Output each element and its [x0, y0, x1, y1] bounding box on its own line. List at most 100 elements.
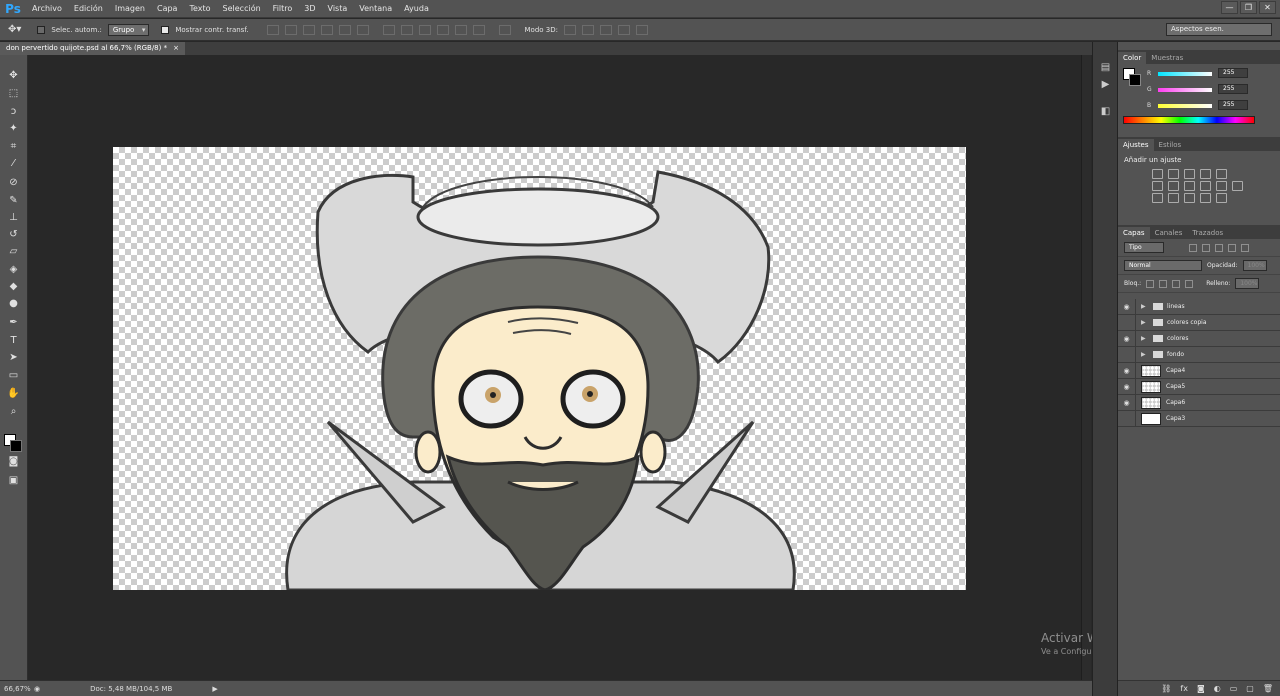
scale-3d-icon[interactable] [636, 24, 648, 35]
menu-ayuda[interactable]: Ayuda [398, 4, 435, 13]
tab-styles[interactable]: Estilos [1154, 139, 1187, 151]
delete-layer-icon[interactable]: 🗑 [1263, 684, 1273, 693]
type-tool-icon[interactable]: T [6, 334, 21, 347]
blend-mode-select[interactable]: Normal [1124, 260, 1202, 271]
menu-texto[interactable]: Texto [183, 4, 216, 13]
menu-vista[interactable]: Vista [322, 4, 354, 13]
color-lookup-icon[interactable] [1232, 181, 1243, 191]
menu-capa[interactable]: Capa [151, 4, 183, 13]
visibility-eye-icon[interactable]: ◉ [1118, 394, 1136, 411]
black-white-icon[interactable] [1184, 181, 1195, 191]
pen-tool-icon[interactable]: ✒ [6, 316, 21, 329]
close-tab-icon[interactable]: × [173, 42, 179, 55]
channel-g-value[interactable]: 255 [1218, 84, 1248, 94]
channel-r-value[interactable]: 255 [1218, 68, 1248, 78]
invert-icon[interactable] [1152, 193, 1163, 203]
paint-bucket-tool-icon[interactable]: ◈ [6, 263, 21, 276]
canvas-area[interactable] [28, 55, 1081, 680]
lock-all-icon[interactable] [1185, 279, 1194, 288]
layer-row-capa3[interactable]: Capa3 [1118, 410, 1280, 427]
opacity-input[interactable]: 100% [1242, 260, 1267, 271]
distribute-top-icon[interactable] [382, 24, 395, 35]
layer-row-capa4[interactable]: ◉ Capa4 [1118, 362, 1280, 379]
maximize-button[interactable]: ❐ [1240, 1, 1257, 14]
tab-layers[interactable]: Capas [1118, 227, 1150, 239]
curves-icon[interactable] [1184, 169, 1195, 179]
marquee-tool-icon[interactable]: ⬚ [6, 87, 21, 100]
channel-r-slider[interactable] [1158, 72, 1212, 76]
layer-row-colores[interactable]: ◉ ▶ colores [1118, 330, 1280, 347]
lasso-tool-icon[interactable]: ↄ [6, 105, 21, 118]
channel-b-value[interactable]: 255 [1218, 100, 1248, 110]
distribute-vcenter-icon[interactable] [400, 24, 413, 35]
layer-row-capa5[interactable]: ◉ Capa5 [1118, 378, 1280, 395]
blur-tool-icon[interactable]: ◆ [6, 280, 21, 293]
path-selection-tool-icon[interactable]: ➤ [6, 351, 21, 364]
move-tool-icon[interactable]: ✥ [6, 69, 21, 82]
healing-brush-tool-icon[interactable]: ⊘ [6, 176, 21, 189]
distribute-bottom-icon[interactable] [418, 24, 431, 35]
lock-pixels-icon[interactable] [1159, 279, 1168, 288]
status-menu-arrow-icon[interactable]: ▶ [212, 685, 217, 693]
lock-transparent-icon[interactable] [1146, 279, 1155, 288]
status-icon[interactable]: ◉ [34, 685, 40, 693]
drag-3d-icon[interactable] [600, 24, 612, 35]
distribute-right-icon[interactable] [472, 24, 485, 35]
visibility-eye-icon[interactable]: ◉ [1118, 362, 1136, 379]
visibility-toggle-empty[interactable] [1118, 314, 1136, 331]
background-color-swatch[interactable] [10, 440, 22, 452]
layer-row-capa6[interactable]: ◉ Capa6 [1118, 394, 1280, 411]
properties-panel-icon[interactable]: ◧ [1099, 106, 1112, 118]
menu-imagen[interactable]: Imagen [109, 4, 151, 13]
minimize-button[interactable]: — [1221, 1, 1238, 14]
filter-shape-icon[interactable] [1228, 243, 1236, 252]
new-layer-icon[interactable]: ▢ [1246, 684, 1254, 693]
eyedropper-tool-icon[interactable]: ⁄ [6, 157, 21, 170]
menu-seleccion[interactable]: Selección [217, 4, 267, 13]
auto-align-icon[interactable] [498, 24, 511, 35]
brush-tool-icon[interactable]: ✎ [6, 194, 21, 207]
threshold-icon[interactable] [1184, 193, 1195, 203]
vibrance-icon[interactable] [1216, 169, 1227, 179]
crop-tool-icon[interactable]: ⌗ [6, 140, 21, 153]
gradient-map-icon[interactable] [1216, 193, 1227, 203]
clone-stamp-tool-icon[interactable]: ⊥ [6, 211, 21, 224]
color-balance-icon[interactable] [1168, 181, 1179, 191]
layer-row-lineas[interactable]: ◉ ▶ lineas [1118, 298, 1280, 315]
expand-arrow-icon[interactable]: ▶ [1141, 351, 1149, 358]
brightness-icon[interactable] [1152, 169, 1163, 179]
tab-paths[interactable]: Trazados [1187, 227, 1228, 239]
lock-position-icon[interactable] [1172, 279, 1181, 288]
color-spectrum[interactable] [1123, 116, 1255, 124]
filter-pixel-icon[interactable] [1189, 243, 1197, 252]
align-bottom-icon[interactable] [302, 24, 315, 35]
expand-arrow-icon[interactable]: ▶ [1141, 303, 1149, 310]
link-layers-icon[interactable]: ⛓ [1161, 684, 1171, 693]
posterize-icon[interactable] [1168, 193, 1179, 203]
tab-color[interactable]: Color [1118, 52, 1147, 64]
magic-wand-tool-icon[interactable]: ✦ [6, 122, 21, 135]
exposure-icon[interactable] [1200, 169, 1211, 179]
visibility-toggle-empty[interactable] [1118, 410, 1136, 427]
visibility-eye-icon[interactable]: ◉ [1118, 298, 1136, 315]
document-canvas[interactable] [113, 147, 966, 590]
levels-icon[interactable] [1168, 169, 1179, 179]
expand-arrow-icon[interactable]: ▶ [1141, 335, 1149, 342]
align-left-icon[interactable] [320, 24, 333, 35]
eraser-tool-icon[interactable]: ▱ [6, 245, 21, 258]
history-brush-tool-icon[interactable]: ↺ [6, 228, 21, 241]
visibility-eye-icon[interactable]: ◉ [1118, 330, 1136, 347]
history-panel-icon[interactable]: ▤ [1099, 62, 1112, 74]
filter-adjustment-icon[interactable] [1202, 243, 1210, 252]
auto-select-checkbox[interactable] [37, 25, 46, 34]
color-bg-swatch[interactable] [1129, 74, 1141, 86]
workspace-dropdown[interactable]: Aspectos esen. [1166, 23, 1272, 36]
hue-saturation-icon[interactable] [1152, 181, 1163, 191]
screen-mode-icon[interactable]: ▣ [6, 474, 21, 487]
channel-mixer-icon[interactable] [1216, 181, 1227, 191]
align-vcenter-icon[interactable] [284, 24, 297, 35]
visibility-eye-icon[interactable]: ◉ [1118, 378, 1136, 395]
filter-type-icon[interactable] [1215, 243, 1223, 252]
slide-3d-icon[interactable] [618, 24, 630, 35]
tab-adjustments[interactable]: Ajustes [1118, 139, 1154, 151]
